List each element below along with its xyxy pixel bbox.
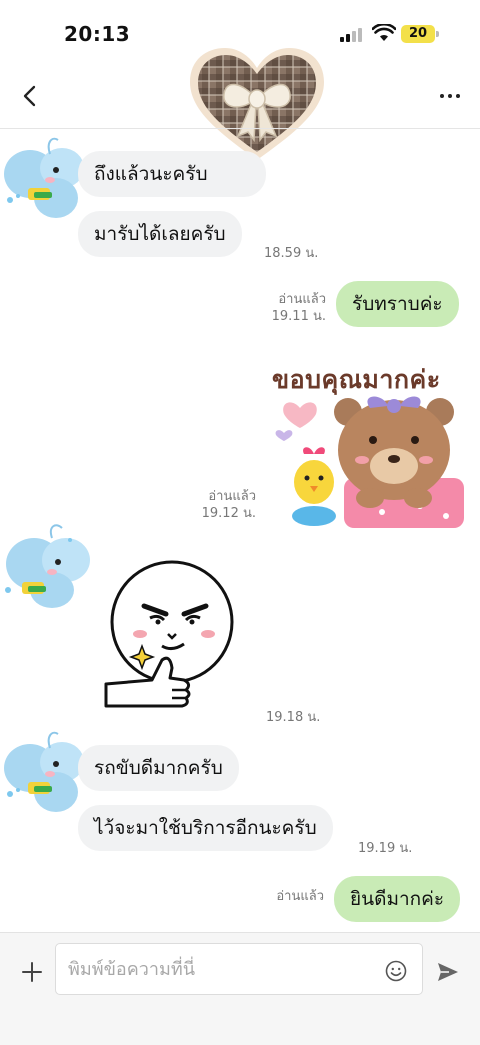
- battery-tip: [436, 31, 439, 37]
- message-read-status: อ่านแล้ว 19.11 น.: [258, 291, 326, 325]
- sticker-thumbs-up-face[interactable]: [100, 556, 240, 714]
- status-time: 20:13: [64, 22, 131, 46]
- send-icon[interactable]: [436, 961, 460, 983]
- read-label: อ่านแล้ว: [208, 489, 256, 504]
- message-time: 19.19 น.: [358, 841, 413, 856]
- incoming-message-bubble[interactable]: มารับได้เลยครับ: [78, 211, 242, 257]
- outgoing-message-bubble[interactable]: ยินดีมากค่ะ: [334, 876, 461, 922]
- message-text: รับทราบค่ะ: [352, 293, 443, 315]
- outgoing-message-bubble[interactable]: รับทราบค่ะ: [336, 281, 459, 327]
- wifi-icon: [372, 24, 396, 41]
- profile-heart-avatar[interactable]: [188, 46, 326, 164]
- incoming-message-bubble[interactable]: รถขับดีมากครับ: [78, 745, 239, 791]
- incoming-message-bubble[interactable]: ถึงแล้วนะครับ: [78, 151, 266, 197]
- message-text: รถขับดีมากครับ: [94, 757, 223, 779]
- back-button[interactable]: [18, 84, 42, 108]
- emoji-icon[interactable]: [385, 960, 407, 982]
- message-read-status: อ่านแล้ว 19.12 น.: [186, 488, 256, 522]
- message-text: ถึงแล้วนะครับ: [94, 163, 208, 185]
- more-options-button[interactable]: [440, 93, 462, 101]
- battery-icon: 20: [401, 25, 435, 43]
- contact-avatar-elephant[interactable]: [0, 520, 96, 612]
- message-read-status: อ่านแล้ว: [258, 888, 324, 905]
- sticker-thank-you-bear[interactable]: ขอบคุณมากค่ะ: [270, 352, 470, 528]
- incoming-message-bubble[interactable]: ไว้จะมาใช้บริการอีกนะครับ: [78, 805, 333, 851]
- message-time: 19.12 น.: [201, 506, 256, 521]
- message-time: 18.59 น.: [264, 246, 319, 261]
- plus-icon[interactable]: [20, 960, 44, 984]
- message-text: มารับได้เลยครับ: [94, 223, 226, 245]
- message-text: ยินดีมากค่ะ: [350, 888, 445, 910]
- message-time: 19.11 น.: [271, 309, 326, 324]
- bear-and-chick-icon: [275, 396, 464, 528]
- message-input[interactable]: [55, 943, 423, 995]
- read-label: อ่านแล้ว: [278, 292, 326, 307]
- signal-icon: [340, 27, 364, 42]
- message-text: ไว้จะมาใช้บริการอีกนะครับ: [94, 817, 317, 839]
- header-divider: [0, 128, 480, 129]
- message-time: 19.18 น.: [266, 710, 321, 725]
- read-label: อ่านแล้ว: [276, 889, 324, 904]
